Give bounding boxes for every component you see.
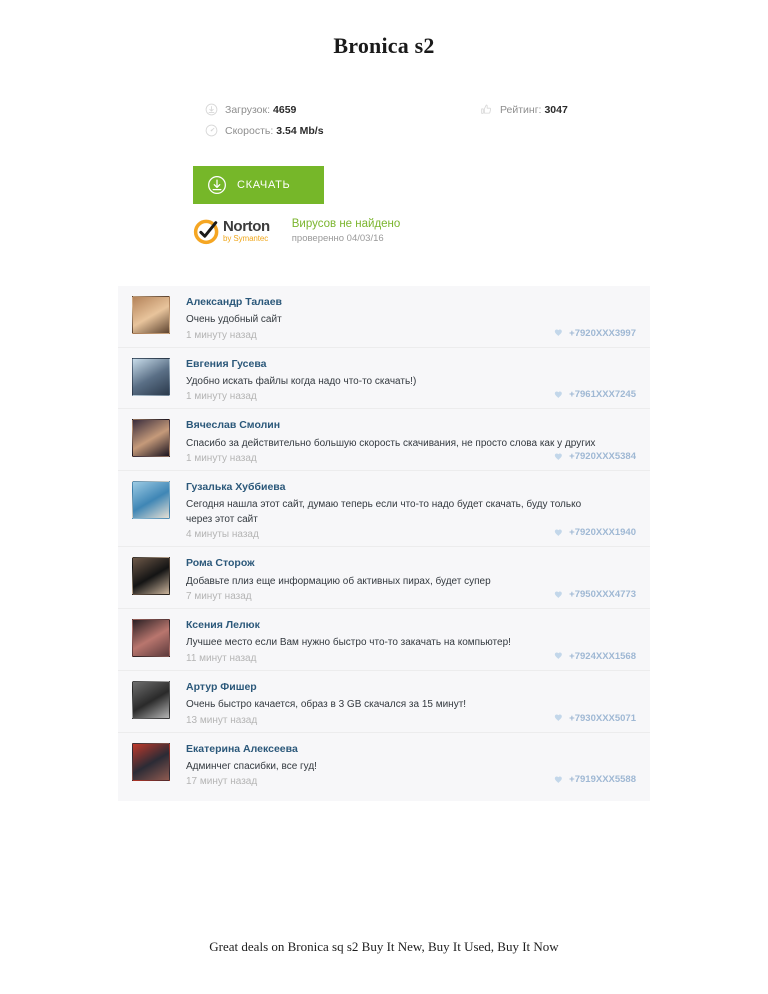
comment-author[interactable]: Рома Сторож	[186, 556, 638, 571]
virus-status-text: Вирусов не найдено	[291, 218, 401, 230]
page-title: Bronica s2	[333, 33, 435, 58]
comment-timestamp: 17 минут назад	[186, 776, 258, 788]
comment-phone: +7950XXX4773	[554, 589, 636, 600]
comment-author[interactable]: Артур Фишер	[186, 680, 638, 695]
comment-text: Удобно искать файлы когда надо что-то ск…	[186, 375, 417, 387]
comment-item: Гузалька Хуббиева Сегодня нашла этот сайт…	[118, 470, 650, 546]
norton-logo: Norton by Symantec	[193, 217, 270, 245]
comment-timestamp: 1 минуту назад	[186, 329, 257, 341]
comment-phone-number: +7920XXX5384	[569, 451, 636, 463]
comment-phone: +7920XXX3997	[554, 328, 636, 339]
comment-phone: +7924XXX1568	[554, 651, 636, 662]
norton-badge: Norton by Symantec Вирусов не найдено пр…	[193, 217, 400, 245]
stat-speed: Скорость: 3.54 Mb/s	[205, 124, 324, 137]
norton-sub-brand: by Symantec	[223, 234, 269, 244]
thumbs-up-icon	[481, 104, 492, 114]
stat-speed-label: Скорость:	[225, 124, 274, 137]
heart-icon	[555, 529, 563, 537]
comment-timestamp: 13 минут назад	[186, 714, 258, 726]
comment-phone-number: +7961XXX7245	[569, 389, 636, 401]
download-circle-icon	[208, 176, 226, 194]
avatar	[132, 557, 170, 596]
avatar	[132, 742, 170, 781]
norton-brand-name: Norton	[223, 218, 270, 236]
comment-phone-number: +7920XXX1940	[569, 527, 636, 539]
comment-item: Артур Фишер Очень быстро качается, образ …	[118, 669, 650, 732]
comments-list: Александр Талаев Очень удобный сайт 1 мину…	[118, 286, 650, 802]
comment-text: Лучшее место если Вам нужно быстро что-т…	[186, 637, 511, 649]
comment-item: Рома Сторож Добавьте плиз еще информацию …	[118, 546, 650, 608]
comment-item: Екатерина Алексеева Админчег спасибки, вс…	[118, 731, 650, 794]
comment-author[interactable]: Евгения Гусева	[186, 357, 638, 372]
comment-text: Админчег спасибки, все гуд!	[186, 760, 317, 772]
comment-phone: +7961XXX7245	[554, 389, 636, 400]
comment-author[interactable]: Вячеслав Смолин	[186, 418, 638, 433]
footer-text: Great deals on Bronica sq s2 Buy It New,…	[209, 939, 559, 954]
comment-phone: +7919XXX5588	[554, 774, 636, 785]
comment-text: Добавьте плиз еще информацию об активных…	[186, 575, 491, 587]
stat-rating-label: Рейтинг:	[500, 103, 542, 116]
comment-author[interactable]: Гузалька Хуббиева	[186, 480, 638, 495]
norton-wordmark: Norton by Symantec	[223, 219, 270, 243]
avatar	[132, 419, 170, 458]
stat-downloads-value: 4659	[273, 103, 297, 116]
avatar	[132, 357, 170, 396]
stat-downloads: Загрузок: 4659	[205, 103, 480, 116]
comment-phone-number: +7919XXX5588	[569, 774, 636, 786]
comment-phone-number: +7930XXX5071	[569, 712, 636, 724]
heart-icon	[555, 329, 563, 337]
comment-text: Сегодня нашла этот сайт, думаю теперь ес…	[186, 499, 582, 525]
stats-block: Загрузок: 4659 Рейтинг: 3047 Скорость: 3…	[205, 103, 645, 145]
stat-rating-value: 3047	[544, 103, 568, 116]
heart-icon	[555, 652, 563, 660]
heart-icon	[555, 714, 563, 722]
comment-phone: +7920XXX1940	[554, 527, 636, 538]
heart-icon	[555, 591, 563, 599]
avatar	[132, 296, 170, 334]
avatar	[132, 619, 170, 658]
download-button-label: СКАЧАТЬ	[237, 179, 291, 191]
norton-checkmark-shield-icon	[193, 219, 219, 245]
virus-checked-date: проверенно 04/03/16	[291, 233, 384, 245]
comment-timestamp: 1 минуту назад	[186, 391, 257, 403]
comment-phone-number: +7950XXX4773	[569, 589, 636, 601]
comment-phone: +7920XXX5384	[554, 451, 636, 462]
norton-status-block: Вирусов не найдено проверенно 04/03/16	[292, 217, 401, 245]
speedometer-icon	[205, 124, 218, 137]
heart-icon	[555, 391, 563, 399]
comment-text: Очень быстро качается, образ в 3 GB скач…	[186, 699, 467, 711]
comment-item: Вячеслав Смолин Спасибо за действительно …	[118, 408, 650, 470]
comment-author[interactable]: Александр Талаев	[186, 295, 638, 310]
stat-rating: Рейтинг: 3047	[480, 103, 568, 116]
comment-author[interactable]: Екатерина Алексеева	[186, 742, 638, 757]
stat-speed-value: 3.54 Mb/s	[276, 124, 324, 137]
stats-row-secondary: Скорость: 3.54 Mb/s	[205, 124, 645, 145]
stats-row-primary: Загрузок: 4659 Рейтинг: 3047	[205, 103, 645, 124]
heart-icon	[555, 776, 563, 784]
comment-author[interactable]: Ксения Лелюк	[186, 618, 638, 633]
comment-timestamp: 4 минуты назад	[186, 529, 259, 541]
comment-item: Александр Талаев Очень удобный сайт 1 мину…	[118, 286, 650, 347]
download-button[interactable]: СКАЧАТЬ	[193, 166, 324, 204]
comment-text: Очень удобный сайт	[186, 314, 282, 326]
download-circle-icon	[205, 103, 218, 116]
stat-downloads-label: Загрузок:	[225, 103, 271, 116]
avatar	[132, 680, 170, 719]
comment-phone-number: +7924XXX1568	[569, 650, 636, 662]
comment-timestamp: 7 минут назад	[186, 591, 252, 603]
comment-phone: +7930XXX5071	[554, 713, 636, 724]
comment-phone-number: +7920XXX3997	[569, 327, 636, 339]
comment-text: Спасибо за действительно большую скорост…	[186, 437, 596, 449]
comment-item: Евгения Гусева Удобно искать файлы когда …	[118, 346, 650, 409]
heart-icon	[555, 453, 563, 461]
avatar	[132, 481, 170, 520]
comment-item: Ксения Лелюк Лучшее место если Вам нужно …	[118, 608, 650, 670]
comment-timestamp: 1 минуту назад	[186, 453, 257, 465]
comment-timestamp: 11 минут назад	[186, 652, 257, 664]
